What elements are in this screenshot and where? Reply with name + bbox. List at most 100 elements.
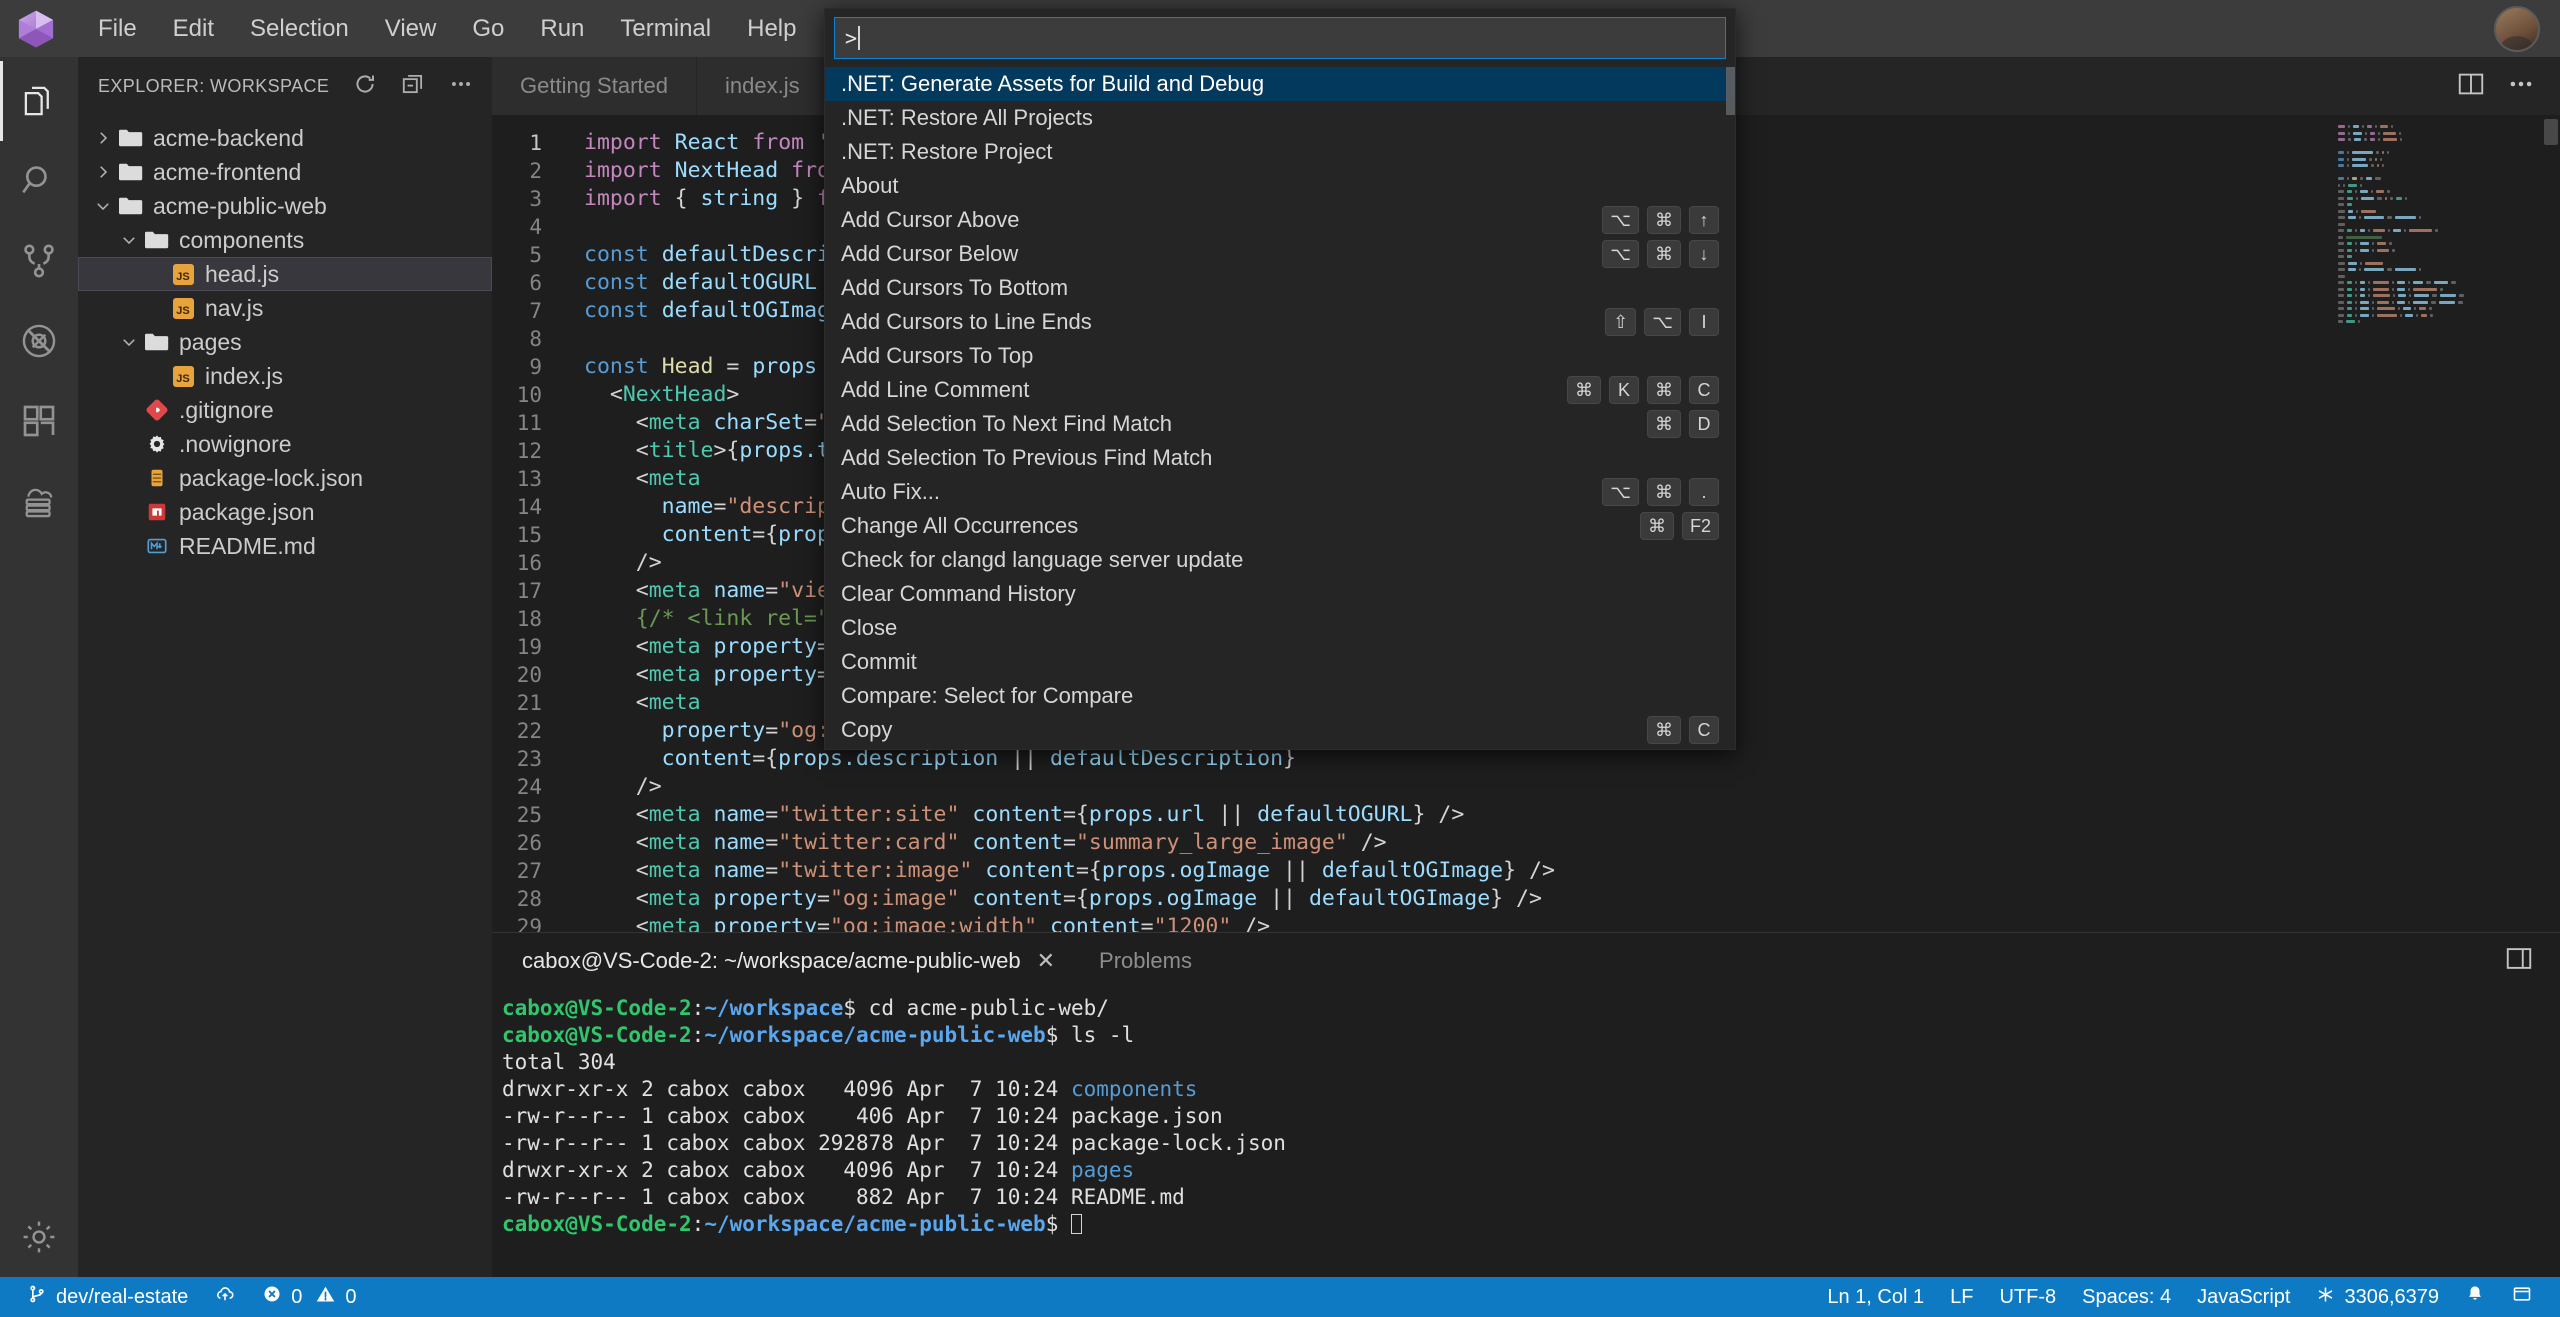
panel-tab-terminal[interactable]: cabox@VS-Code-2: ~/workspace/acme-public… <box>500 933 1077 989</box>
minimap-line <box>2338 145 2560 150</box>
command-palette-scrollbar[interactable] <box>1726 67 1735 115</box>
status-sync[interactable] <box>201 1277 249 1317</box>
status-encoding[interactable]: UTF-8 <box>1986 1277 2069 1317</box>
sidebar-item-explorer[interactable] <box>0 61 78 141</box>
refresh-icon[interactable] <box>352 71 378 102</box>
keycap: ⌥ <box>1602 478 1639 506</box>
command-palette-item[interactable]: Add Selection To Previous Find Match <box>825 441 1735 475</box>
close-icon[interactable]: ✕ <box>1037 948 1055 974</box>
js-file-icon: JS <box>168 365 198 387</box>
status-open-window[interactable] <box>2498 1277 2546 1317</box>
menu-item-go[interactable]: Go <box>454 9 522 49</box>
tree-file-row[interactable]: .nowignore <box>78 427 492 461</box>
panel-tab-problems[interactable]: Problems <box>1077 933 1214 989</box>
status-branch[interactable]: dev/real-estate <box>14 1277 201 1317</box>
collapse-all-icon[interactable] <box>400 71 426 102</box>
status-indentation[interactable]: Spaces: 4 <box>2069 1277 2184 1317</box>
command-palette-item-label: .NET: Generate Assets for Build and Debu… <box>841 71 1265 96</box>
minimap-lines <box>2330 125 2560 325</box>
status-notifications[interactable] <box>2452 1277 2498 1317</box>
minimap-line <box>2338 151 2560 156</box>
command-palette-item[interactable]: Add Cursors to Line Ends ⇧ ⌥ I <box>825 305 1735 339</box>
gear-icon <box>18 1216 60 1258</box>
command-palette-input-wrap: > <box>825 9 1735 67</box>
command-palette-item[interactable]: Commit <box>825 645 1735 679</box>
ellipsis-icon[interactable] <box>448 71 474 102</box>
command-palette-item[interactable]: Clear Command History <box>825 577 1735 611</box>
minimap-line <box>2338 138 2560 143</box>
command-palette-item-label: Check for clangd language server update <box>841 547 1244 572</box>
keycap: ⌥ <box>1644 308 1681 336</box>
command-palette-item[interactable]: Close <box>825 611 1735 645</box>
sidebar-item-remote-explorer[interactable] <box>0 461 78 541</box>
command-palette-item[interactable]: .NET: Restore All Projects <box>825 101 1735 135</box>
tree-folder-row[interactable]: acme-public-web <box>78 189 492 223</box>
command-palette-item[interactable]: Compare: Select for Compare <box>825 679 1735 713</box>
minimap[interactable] <box>2330 115 2560 932</box>
status-language-mode[interactable]: JavaScript <box>2184 1277 2303 1317</box>
tab-index-js[interactable]: index.js <box>696 57 837 115</box>
minimap-line <box>2338 209 2560 215</box>
panel-layout-icon[interactable] <box>2504 944 2534 979</box>
tree-file-row[interactable]: JS head.js <box>78 257 492 291</box>
command-palette-item[interactable]: Add Cursors To Top <box>825 339 1735 373</box>
command-palette-item[interactable]: Add Cursors To Bottom <box>825 271 1735 305</box>
tree-file-row[interactable]: package.json <box>78 495 492 529</box>
tree-file-row[interactable]: README.md <box>78 529 492 563</box>
menu-item-selection[interactable]: Selection <box>232 9 367 49</box>
tree-item-label: pages <box>179 328 242 355</box>
minimap-line <box>2338 131 2560 137</box>
scrollbar-thumb[interactable] <box>2544 119 2558 145</box>
status-line-col[interactable]: Ln 1, Col 1 <box>1814 1277 1937 1317</box>
line-number: 2 <box>529 159 542 183</box>
sidebar-item-search[interactable] <box>0 141 78 221</box>
tree-file-row[interactable]: JS nav.js <box>78 291 492 325</box>
tree-file-row[interactable]: .gitignore <box>78 393 492 427</box>
tree-file-row[interactable]: JS index.js <box>78 359 492 393</box>
sidebar-item-run-and-debug[interactable] <box>0 301 78 381</box>
status-ports[interactable]: 3306,6379 <box>2303 1277 2452 1317</box>
menu-item-view[interactable]: View <box>367 9 455 49</box>
command-palette-item[interactable]: .NET: Restore Project <box>825 135 1735 169</box>
command-palette-input[interactable]: > <box>834 17 1726 59</box>
command-palette-item[interactable]: Auto Fix... ⌥ ⌘. <box>825 475 1735 509</box>
split-editor-icon[interactable] <box>2456 69 2486 104</box>
manage-settings-button[interactable] <box>0 1197 78 1277</box>
tree-file-row[interactable]: package-lock.json <box>78 461 492 495</box>
status-problems[interactable]: 0 0 <box>249 1277 369 1317</box>
command-palette-item[interactable]: Add Cursor Above ⌥ ⌘ ↑ <box>825 203 1735 237</box>
minimap-line <box>2338 171 2560 176</box>
minimap-line <box>2338 313 2560 319</box>
command-palette-item[interactable]: Copy ⌘ C <box>825 713 1735 747</box>
status-eol[interactable]: LF <box>1937 1277 1986 1317</box>
menu-item-run[interactable]: Run <box>522 9 602 49</box>
terminal-output[interactable]: cabox@VS-Code-2:~/workspace$ cd acme-pub… <box>492 989 2560 1277</box>
asterisk-icon <box>2316 1285 2335 1310</box>
keycap: C <box>1689 716 1719 744</box>
command-palette-item[interactable]: Check for clangd language server update <box>825 543 1735 577</box>
sidebar-item-extensions[interactable] <box>0 381 78 461</box>
tree-folder-row[interactable]: pages <box>78 325 492 359</box>
tree-item-label: .gitignore <box>179 396 274 423</box>
tab-getting-started[interactable]: Getting Started <box>492 57 697 115</box>
editor-scrollbar[interactable] <box>2540 115 2560 932</box>
avatar[interactable] <box>2494 5 2540 52</box>
menu-item-help[interactable]: Help <box>729 9 814 49</box>
menu-item-edit[interactable]: Edit <box>155 9 232 49</box>
command-palette-item[interactable]: About <box>825 169 1735 203</box>
command-palette-item[interactable]: Change All Occurrences ⌘ F2 <box>825 509 1735 543</box>
tree-folder-row[interactable]: acme-backend <box>78 121 492 155</box>
npm-file-icon <box>142 501 172 523</box>
menu-item-file[interactable]: File <box>80 9 155 49</box>
sidebar-item-source-control[interactable] <box>0 221 78 301</box>
command-palette-item[interactable]: Add Selection To Next Find Match ⌘ D <box>825 407 1735 441</box>
command-palette-item[interactable]: .NET: Generate Assets for Build and Debu… <box>825 67 1735 101</box>
menu-item-terminal[interactable]: Terminal <box>602 9 729 49</box>
tree-folder-row[interactable]: acme-frontend <box>78 155 492 189</box>
command-palette-item[interactable]: Add Line Comment ⌘ K ⌘ C <box>825 373 1735 407</box>
command-palette-item[interactable]: Add Cursor Below ⌥ ⌘ ↓ <box>825 237 1735 271</box>
ellipsis-icon[interactable] <box>2506 69 2536 104</box>
line-number: 25 <box>516 803 542 827</box>
minimap-line <box>2338 177 2560 182</box>
tree-folder-row[interactable]: components <box>78 223 492 257</box>
